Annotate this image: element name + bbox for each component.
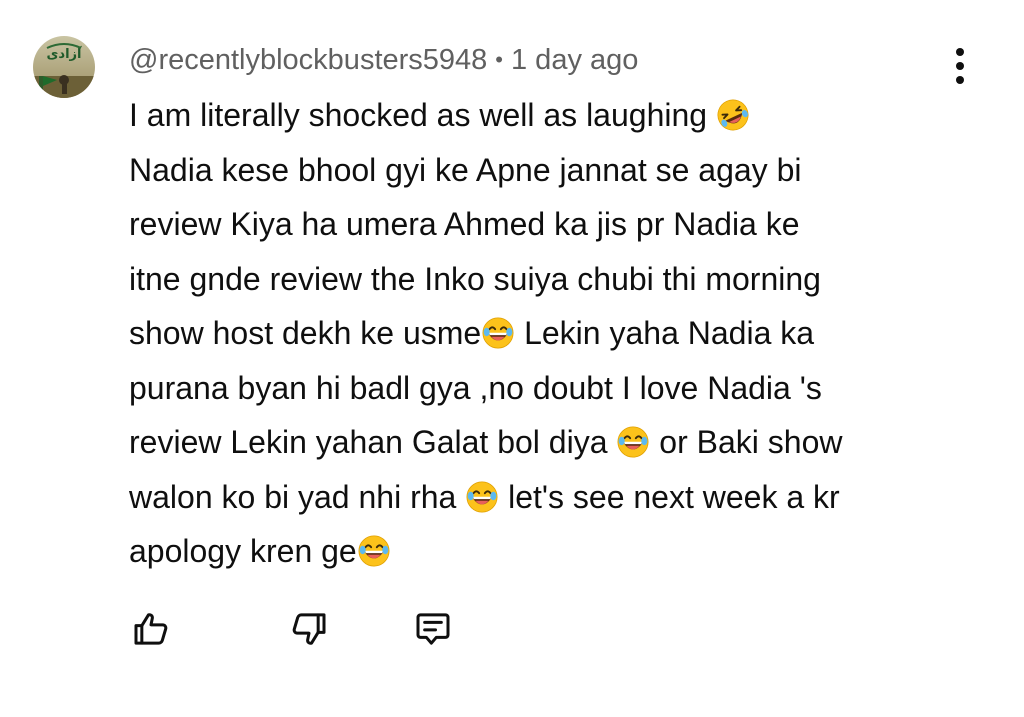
comment-line-text: Nadia kese bhool gyi ke Apne jannat se a…: [129, 151, 802, 188]
dislike-button[interactable]: [284, 604, 334, 654]
meta-separator: •: [495, 47, 503, 72]
comment-line: review Lekin yahan Galat bol diya or Bak…: [129, 415, 969, 470]
reply-button[interactable]: [408, 604, 458, 654]
comment-line: Nadia kese bhool gyi ke Apne jannat se a…: [129, 143, 969, 198]
svg-text:آزادی: آزادی: [47, 45, 83, 62]
joy-emoji-icon: [482, 317, 514, 349]
comment-line-text: or Baki show: [650, 424, 843, 460]
comment-line: apology kren ge: [129, 524, 969, 579]
comment-line: purana byan hi badl gya ,no doubt I love…: [129, 361, 969, 416]
comment-line-text: let's see next week a kr: [499, 478, 840, 515]
more-options-button[interactable]: [942, 44, 978, 88]
more-vert-icon: [956, 76, 964, 84]
author-avatar[interactable]: آزادی: [33, 36, 95, 98]
comment-timestamp[interactable]: 1 day ago: [511, 44, 638, 77]
comment-line: review Kiya ha umera Ahmed ka jis pr Nad…: [129, 197, 969, 252]
avatar-azadi-flag-icon: آزادی: [33, 36, 95, 98]
comment-line: itne gnde review the Inko suiya chubi th…: [129, 252, 969, 307]
comment-line-text: review Lekin yahan Galat bol diya: [129, 424, 617, 460]
joy-emoji-icon: [617, 426, 649, 458]
thumbs-up-icon: [134, 613, 168, 645]
like-button[interactable]: [126, 604, 176, 654]
more-vert-icon: [956, 48, 964, 56]
more-vert-icon: [956, 62, 964, 70]
comment-line-text: apology kren ge: [129, 533, 357, 569]
joy-emoji-icon: [466, 481, 498, 512]
comment-line-text: I am literally shocked as well as laughi…: [129, 97, 716, 133]
author-handle[interactable]: @recentlyblockbusters5948: [129, 44, 487, 77]
rofl-emoji-icon: [717, 99, 749, 131]
comment-line-text: purana byan hi badl gya ,no doubt I love…: [129, 369, 822, 406]
comment-reply-icon: [416, 613, 450, 645]
comment-line: walon ko bi yad nhi rha let's see next w…: [129, 470, 969, 525]
comment-text: I am literally shocked as well as laughi…: [129, 88, 969, 579]
comment-line: show host dekh ke usme Lekin yaha Nadia …: [129, 306, 969, 361]
comment-card: آزادی @recentlyblockbusters5948 • 1 day …: [0, 0, 1024, 717]
comment-line-text: walon ko bi yad nhi rha: [129, 478, 466, 515]
comment-line-text: review Kiya ha umera Ahmed ka jis pr Nad…: [129, 206, 800, 242]
comment-meta: @recentlyblockbusters5948 • 1 day ago: [129, 40, 638, 80]
comment-line-text: Lekin yaha Nadia ka: [515, 315, 815, 351]
comment-line: I am literally shocked as well as laughi…: [129, 88, 969, 143]
thumbs-down-icon: [292, 613, 326, 645]
comment-line-text: itne gnde review the Inko suiya chubi th…: [129, 260, 821, 297]
comment-line-text: show host dekh ke usme: [129, 315, 482, 351]
joy-emoji-icon: [358, 535, 390, 567]
